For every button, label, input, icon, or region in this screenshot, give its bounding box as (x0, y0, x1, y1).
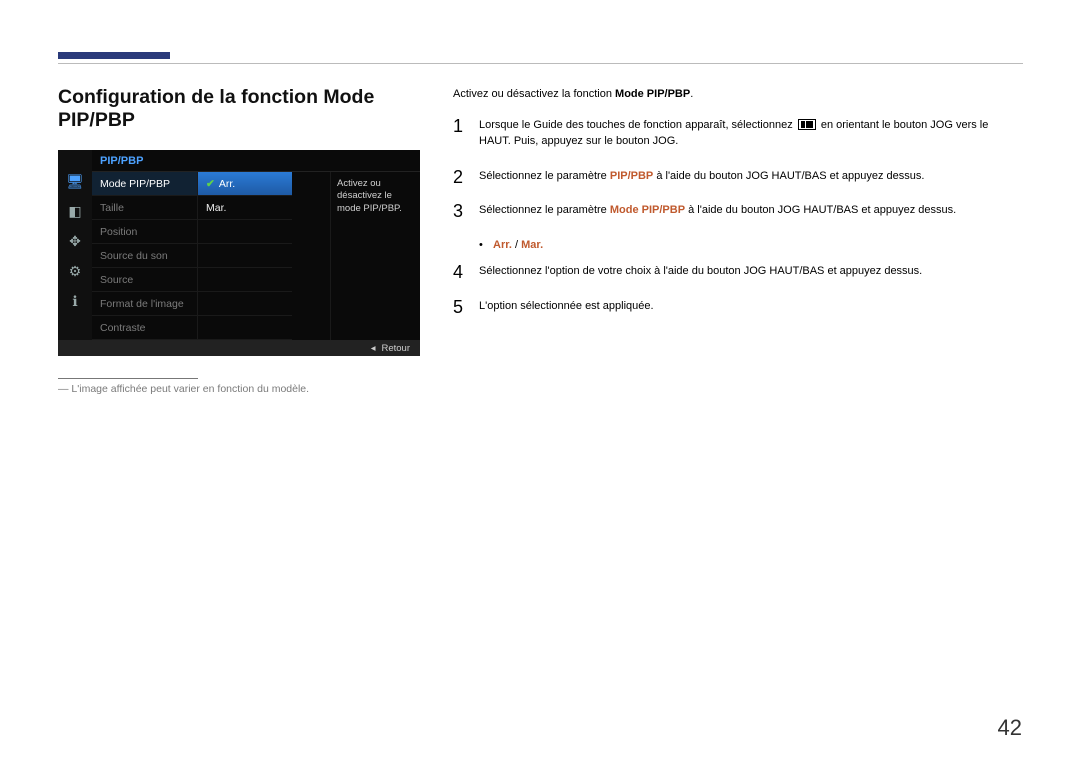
osd-row: Source (92, 268, 330, 292)
page-number: 42 (998, 715, 1022, 741)
osd-row: Position (92, 220, 330, 244)
step-1: 1 Lorsque le Guide des touches de foncti… (453, 117, 1022, 154)
osd-label: Source (92, 268, 197, 292)
osd-label: Position (92, 220, 197, 244)
osd-value: Mar. (197, 196, 292, 220)
osd-footer: ◂ Retour (58, 340, 420, 356)
pip-icon: ◧ (64, 200, 86, 222)
osd-label: Mode PIP/PBP (92, 172, 197, 196)
osd-value (197, 292, 292, 316)
gear-icon: ⚙ (64, 260, 86, 282)
step-text: Sélectionnez le paramètre Mode PIP/PBP à… (479, 202, 1022, 219)
back-arrow-icon: ◂ (371, 343, 376, 354)
osd-row: Format de l'image (92, 292, 330, 316)
step-3: 3 Sélectionnez le paramètre Mode PIP/PBP… (453, 202, 1022, 223)
check-icon: ✔ (206, 178, 215, 190)
step-number: 2 (453, 168, 467, 189)
osd-value (197, 316, 292, 340)
osd-value (197, 244, 292, 268)
step-5: 5 L'option sélectionnée est appliquée. (453, 298, 1022, 319)
osd-row: Source du son (92, 244, 330, 268)
top-rule (58, 63, 1023, 64)
osd-screenshot: 🖥 ◧ ✥ ⚙ ℹ PIP/PBP Mode PIP/PBP (58, 150, 420, 356)
osd-label: Taille (92, 196, 197, 220)
osd-value: ✔ Arr. (197, 172, 292, 196)
image-caption: ― L'image affichée peut varier en foncti… (58, 383, 423, 395)
osd-value-text: Arr. (219, 178, 235, 190)
osd-icon-rail: 🖥 ◧ ✥ ⚙ ℹ (58, 150, 92, 340)
osd-help-text: Activez ou désactivez le mode PIP/PBP. (330, 172, 420, 340)
move-icon: ✥ (64, 230, 86, 252)
osd-label: Source du son (92, 244, 197, 268)
osd-header: PIP/PBP (92, 150, 420, 172)
osd-row: Contraste (92, 316, 330, 340)
step-text: Lorsque le Guide des touches de fonction… (479, 117, 1022, 150)
osd-footer-label: Retour (381, 343, 410, 354)
osd-value (197, 268, 292, 292)
osd-label: Format de l'image (92, 292, 197, 316)
osd-label: Contraste (92, 316, 197, 340)
caption-divider (58, 378, 198, 379)
step-text: L'option sélectionnée est appliquée. (479, 298, 1022, 315)
osd-row: Taille Mar. (92, 196, 330, 220)
osd-value (197, 220, 292, 244)
step-number: 4 (453, 263, 467, 284)
info-icon: ℹ (64, 290, 86, 312)
step-2: 2 Sélectionnez le paramètre PIP/PBP à l'… (453, 168, 1022, 189)
step-text: Sélectionnez l'option de votre choix à l… (479, 263, 1022, 280)
monitor-icon: 🖥 (64, 170, 86, 192)
step-text: Sélectionnez le paramètre PIP/PBP à l'ai… (479, 168, 1022, 185)
step-4: 4 Sélectionnez l'option de votre choix à… (453, 263, 1022, 284)
step-number: 1 (453, 117, 467, 154)
step-number: 5 (453, 298, 467, 319)
section-marker (58, 52, 170, 59)
menu-bars-icon (798, 119, 816, 130)
bullet-dot-icon: • (479, 237, 483, 254)
step-number: 3 (453, 202, 467, 223)
intro-text: Activez ou désactivez la fonction Mode P… (453, 86, 1022, 103)
osd-row: Mode PIP/PBP ✔ Arr. (92, 172, 330, 196)
page-title: Configuration de la fonction Mode PIP/PB… (58, 86, 423, 132)
option-bullet: • Arr. / Mar. (479, 237, 1022, 254)
